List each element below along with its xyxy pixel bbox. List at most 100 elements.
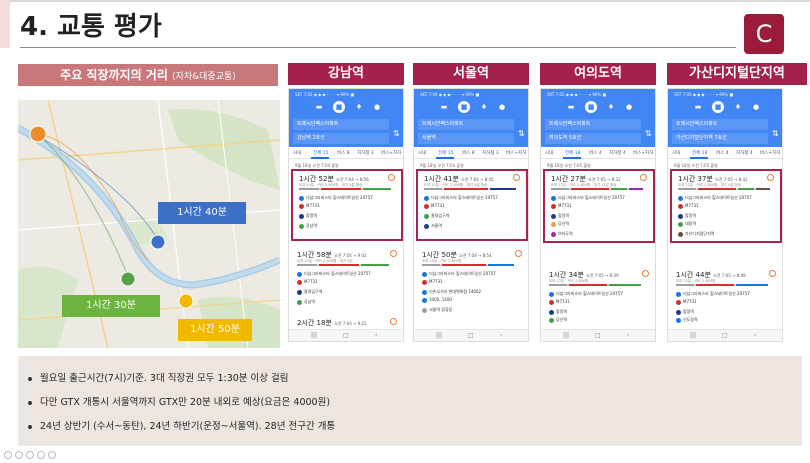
destination-field[interactable]: 가산디지털단지역 7호선 [672,133,768,144]
transit-icon[interactable]: ■ [585,101,597,113]
transit-icon[interactable]: ■ [712,101,724,113]
swap-icon[interactable]: ⇅ [518,129,525,138]
tab-all[interactable]: 전체 15 [438,150,453,156]
home-icon[interactable]: □ [722,332,728,339]
alarm-icon[interactable] [513,174,520,181]
tab-subway[interactable]: 지하철 4 [609,150,626,156]
route-step: 더샵그라비스타 힐스테이트일산 20757 [422,271,496,277]
route-segment-bar [424,188,516,190]
tab-subway[interactable]: 지하철 4 [736,150,753,156]
more-icon[interactable] [48,451,56,459]
tab-bus-subway[interactable]: 버스+지하 [381,150,401,156]
home-icon[interactable]: □ [343,332,349,339]
tab-all[interactable]: 전체 18 [565,150,580,156]
route-step: 더샵그라비스타 힐스테이트일산 20757 [299,195,373,201]
alarm-icon[interactable] [642,270,649,277]
back-icon[interactable]: ‹ [375,332,377,339]
back-icon[interactable]: ‹ [627,332,629,339]
destination-field[interactable]: 서울역 [418,133,514,144]
alarm-icon[interactable] [390,250,397,257]
bike-icon[interactable]: ● [750,101,762,113]
route-option-best[interactable]: 1시간 52분 오전 7:04 → 8:56 도보 14분 · 카드 2,800… [291,169,403,241]
alarm-icon[interactable] [640,174,647,181]
tab-bus[interactable]: 버스 4 [589,150,602,156]
tab-bus-subway[interactable]: 버스+지하 [760,150,780,156]
route-step: M7731 [299,203,320,209]
android-nav-bar: ||| □ ‹ [289,329,403,341]
back-icon[interactable]: ‹ [754,332,756,339]
car-icon[interactable]: ▬ [438,101,450,113]
tab-city[interactable]: 시내 [293,150,301,156]
recent-apps-icon[interactable]: ||| [436,332,442,339]
swap-icon[interactable]: ⇅ [393,129,400,138]
alarm-icon[interactable] [390,318,397,325]
tab-bus[interactable]: 버스 8 [337,150,350,156]
origin-field[interactable]: 트레시안팩스아파트 [293,119,389,130]
tab-bus-subway[interactable]: 버스+지하 [506,150,526,156]
slideshow-toolbar [4,444,84,459]
tab-bus[interactable]: 버스 4 [716,150,729,156]
transit-icon[interactable]: ■ [458,101,470,113]
alarm-icon[interactable] [515,250,522,257]
route-option[interactable]: 1시간 58분 오전 7:04 → 9:02 도보 10분 · 카드 2,800… [291,247,403,309]
walk-icon[interactable]: ♦ [732,101,744,113]
route-option[interactable]: 1시간 34분 오전 7:05 → 8:39 도보 12분 · 카드 2,800… [543,267,655,329]
alarm-icon[interactable] [769,270,776,277]
tab-all[interactable]: 전체 18 [692,150,707,156]
commute-map[interactable]: 1시간 40분 1시간 30분 1시간 50분 [18,100,280,348]
pen-icon[interactable] [26,451,34,459]
route-segment-bar [678,188,770,190]
route-option[interactable]: 1시간 50분 오전 7:04 → 8:54 도보 10분 · 카드 2,800… [416,247,528,327]
route-filter-tabs: 시내 전체 15 버스 8 지하철 3 버스+지하 [289,149,403,159]
tab-bus-subway[interactable]: 버스+지하 [633,150,653,156]
back-icon[interactable]: ‹ [500,332,502,339]
walk-icon[interactable]: ♦ [605,101,617,113]
route-step: M7731 [678,203,699,209]
route-option[interactable]: 1시간 44분 오전 7:05 → 8:49 도보 12분 · 카드 2,800… [670,267,782,329]
tab-subway[interactable]: 지하철 3 [482,150,499,156]
home-icon[interactable]: □ [468,332,474,339]
destination-field[interactable]: 여의도역 5호선 [545,133,641,144]
swap-icon[interactable]: ⇅ [645,129,652,138]
route-option-best[interactable]: 1시간 27분 오전 7:05 → 8:32 도보 12분 · 카드 2,800… [543,169,655,243]
destination-field[interactable]: 강남역 2호선 [293,133,389,144]
alarm-icon[interactable] [767,174,774,181]
tab-city[interactable]: 시내 [418,150,426,156]
travel-mode-row: ▬ ■ ♦ ● [541,101,655,115]
route-option-best[interactable]: 1시간 41분 오전 7:04 → 8:45 도보 11분 · 카드 2,800… [416,169,528,241]
bike-icon[interactable]: ● [496,101,508,113]
origin-field[interactable]: 트레시안팩스아파트 [418,119,514,130]
origin-field[interactable]: 트레시안팩스아파트 [545,119,641,130]
route-segment-bar [422,264,514,266]
route-step: 당산역 [549,317,567,323]
map-tag-seoul-time: 1시간 30분 [62,295,160,317]
car-icon[interactable]: ▬ [565,101,577,113]
tab-city[interactable]: 시내 [672,150,680,156]
tab-city[interactable]: 시내 [545,150,553,156]
recent-apps-icon[interactable]: ||| [690,332,696,339]
prev-slide-icon[interactable] [4,451,12,459]
phone-screen-gasan: SKT 7:05 ◆ ◆ ◆ · · · · ▾ 69% ■ ▬ ■ ♦ ● 트… [667,88,783,342]
recent-apps-icon[interactable]: ||| [563,332,569,339]
alarm-icon[interactable] [388,174,395,181]
recent-apps-icon[interactable]: ||| [311,332,317,339]
car-icon[interactable]: ▬ [692,101,704,113]
route-segment-bar [676,284,768,286]
tab-subway[interactable]: 지하철 3 [357,150,374,156]
walk-icon[interactable]: ♦ [478,101,490,113]
map-tag-yeouido-time: 1시간 50분 [178,319,252,341]
route-option-best[interactable]: 1시간 37분 오전 7:05 → 8:42 도보 12분 · 카드 2,800… [670,169,782,243]
walk-icon[interactable]: ♦ [353,101,365,113]
transit-icon[interactable]: ■ [333,101,345,113]
swap-icon[interactable]: ⇅ [772,129,779,138]
car-icon[interactable]: ▬ [313,101,325,113]
next-slide-icon[interactable] [15,451,23,459]
bike-icon[interactable]: ● [371,101,383,113]
tab-all[interactable]: 전체 15 [313,150,328,156]
origin-field[interactable]: 트레시안팩스아파트 [672,119,768,130]
route-segment-bar [299,188,391,190]
bike-icon[interactable]: ● [623,101,635,113]
home-icon[interactable]: □ [595,332,601,339]
tab-bus[interactable]: 버스 8 [462,150,475,156]
zoom-icon[interactable] [37,451,45,459]
